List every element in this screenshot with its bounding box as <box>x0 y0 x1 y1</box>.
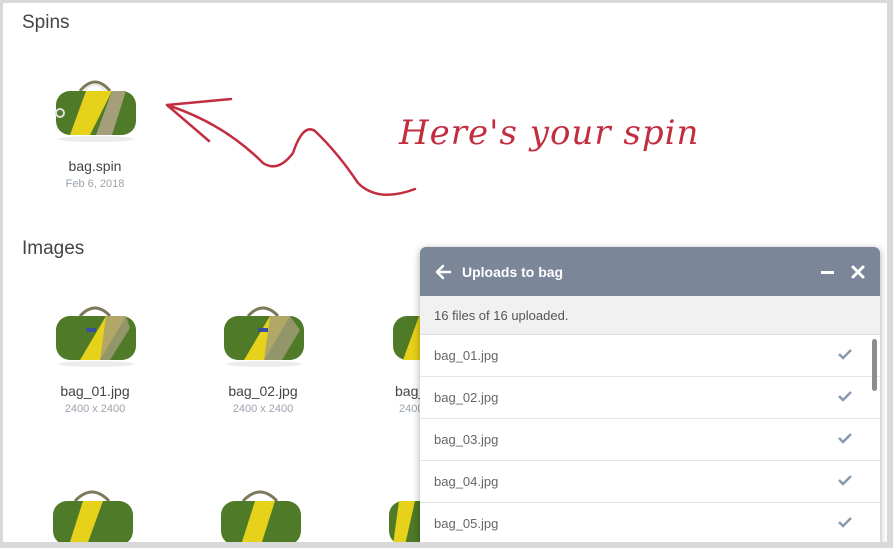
file-row: bag_04.jpg <box>420 461 880 503</box>
spin-name: bag.spin <box>68 158 122 174</box>
image-tile[interactable]: bag_01.jpg 2400 x 2400 <box>15 298 175 415</box>
file-name: bag_01.jpg <box>434 348 499 363</box>
image-dims: 2400 x 2400 <box>232 403 294 415</box>
annotation-text: Here's your spin <box>399 113 700 153</box>
spin-tile[interactable]: bag.spin Feb 6, 2018 <box>15 73 175 190</box>
bag-thumbnail <box>55 80 136 142</box>
file-row: bag_05.jpg <box>420 503 880 542</box>
image-tile[interactable]: bag_02.jpg 2400 x 2400 <box>183 298 343 415</box>
spin-date: Feb 6, 2018 <box>65 178 125 190</box>
annotation-arrow-icon <box>165 97 417 196</box>
arrow-left-icon[interactable] <box>434 263 452 281</box>
image-dims: 2400 <box>399 403 423 415</box>
upload-status: 16 files of 16 uploaded. <box>420 296 880 335</box>
check-icon <box>838 349 852 360</box>
check-icon <box>838 475 852 486</box>
bag-thumbnail <box>53 490 133 542</box>
images-section-title: Images <box>22 238 85 259</box>
bag-thumbnail <box>224 306 304 367</box>
check-icon <box>838 391 852 402</box>
file-list-scrollbar[interactable] <box>872 339 877 391</box>
app-frame: Spins bag.spin Feb 6, 2018 Here's your s… <box>3 3 887 542</box>
uploads-panel-header: Uploads to bag <box>420 247 880 296</box>
check-icon <box>838 517 852 528</box>
bag-thumbnail <box>221 490 301 542</box>
close-icon[interactable] <box>850 264 866 280</box>
bag-thumbnail <box>56 306 136 367</box>
file-row: bag_02.jpg <box>420 377 880 419</box>
file-name: bag_05.jpg <box>434 516 499 531</box>
file-name: bag_03.jpg <box>434 432 499 447</box>
file-row: bag_03.jpg <box>420 419 880 461</box>
uploads-panel: Uploads to bag 16 files of 16 uploaded. … <box>420 247 880 542</box>
file-row: bag_01.jpg <box>420 335 880 377</box>
check-icon <box>838 433 852 444</box>
spins-section-title: Spins <box>22 12 70 33</box>
image-name: bag_01.jpg <box>60 383 130 399</box>
uploads-panel-title: Uploads to bag <box>462 263 564 280</box>
uploaded-file-list: bag_01.jpg bag_02.jpg bag_03.jpg bag_04.… <box>420 335 880 542</box>
image-name: bag_02.jpg <box>228 383 298 399</box>
image-name: bag_ <box>395 383 423 399</box>
file-name: bag_02.jpg <box>434 390 499 405</box>
file-name: bag_04.jpg <box>434 474 499 489</box>
image-tile[interactable]: bag_ 2400 <box>353 298 423 415</box>
minimize-icon[interactable] <box>820 264 836 280</box>
bag-thumbnail <box>393 316 423 360</box>
image-dims: 2400 x 2400 <box>64 403 126 415</box>
bag-thumbnail <box>389 501 425 542</box>
